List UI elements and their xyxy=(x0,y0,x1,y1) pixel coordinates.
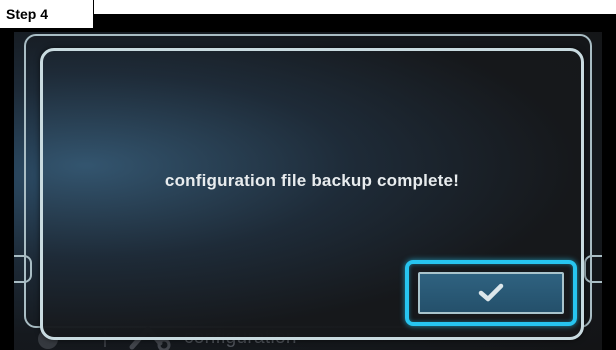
confirm-button-highlight xyxy=(405,260,577,326)
background-right-tab xyxy=(584,255,602,283)
device-screen: configuration configuration file backup … xyxy=(14,32,602,350)
step-label: Step 4 xyxy=(0,0,94,29)
background-left-tab xyxy=(14,255,32,283)
checkmark-icon xyxy=(478,283,504,302)
backup-complete-dialog: configuration file backup complete! xyxy=(40,48,584,340)
dialog-message: configuration file backup complete! xyxy=(164,171,460,190)
confirm-button[interactable] xyxy=(418,272,564,314)
device-frame: configuration configuration file backup … xyxy=(0,14,616,350)
